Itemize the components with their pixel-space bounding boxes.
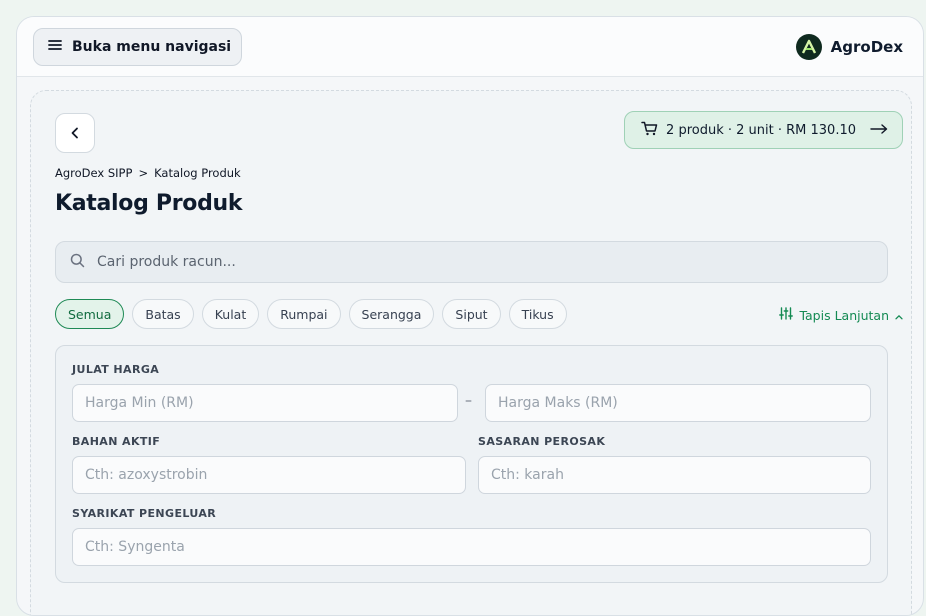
breadcrumb-separator: > <box>138 166 149 180</box>
advanced-filter-label: Tapis Lanjutan <box>799 307 889 323</box>
chip-rumpai[interactable]: Rumpai <box>267 299 341 329</box>
menu-icon <box>48 39 62 55</box>
chip-siput[interactable]: Siput <box>442 299 501 329</box>
brand-logo-icon <box>795 33 822 60</box>
open-navigation-label: Buka menu navigasi <box>72 38 232 55</box>
catalog-panel: 2 produk · 2 unit · RM 130.10 AgroDex SI… <box>30 90 912 615</box>
sliders-icon <box>779 307 794 323</box>
manufacturer-label: SYARIKAT PENGELUAR <box>72 507 217 520</box>
back-button[interactable] <box>55 113 95 153</box>
price-max-input[interactable] <box>485 384 871 422</box>
chip-serangga[interactable]: Serangga <box>348 299 435 329</box>
breadcrumb-item-current: Katalog Produk <box>154 166 241 180</box>
advanced-filter-panel: JULAT HARGA – BAHAN AKTIF SASARAN PEROSA… <box>55 345 888 583</box>
cart-summary-button[interactable]: 2 produk · 2 unit · RM 130.10 <box>624 111 903 149</box>
cart-summary-text: 2 produk · 2 unit · RM 130.10 <box>666 122 856 138</box>
target-pest-label: SASARAN PEROSAK <box>478 435 606 448</box>
brand-name: AgroDex <box>830 37 903 56</box>
breadcrumb-item-home[interactable]: AgroDex SIPP <box>55 166 132 180</box>
price-range-label: JULAT HARGA <box>72 363 160 376</box>
chip-semua[interactable]: Semua <box>55 299 125 329</box>
active-ingredient-input[interactable] <box>72 456 466 494</box>
price-range-separator: – <box>465 393 472 409</box>
price-min-input[interactable] <box>72 384 458 422</box>
chip-kulat[interactable]: Kulat <box>201 299 260 329</box>
category-filter-chips: Semua Batas Kulat Rumpai Serangga Siput … <box>55 299 567 329</box>
search-bar[interactable] <box>55 241 888 283</box>
search-input[interactable] <box>95 253 887 271</box>
manufacturer-input[interactable] <box>72 528 871 566</box>
open-navigation-button[interactable]: Buka menu navigasi <box>33 27 243 66</box>
target-pest-input[interactable] <box>478 456 871 494</box>
page-title: Katalog Produk <box>55 191 243 216</box>
arrow-right-icon <box>870 123 888 138</box>
app-frame: Buka menu navigasi AgroDex 2 produk · 2 … <box>16 16 924 616</box>
active-ingredient-label: BAHAN AKTIF <box>72 435 161 448</box>
advanced-filter-toggle[interactable]: Tapis Lanjutan <box>779 307 903 323</box>
chip-tikus[interactable]: Tikus <box>508 299 567 329</box>
chevron-up-icon <box>895 308 903 323</box>
chip-batas[interactable]: Batas <box>132 299 194 329</box>
cart-icon <box>641 121 658 140</box>
search-icon <box>70 253 85 272</box>
brand[interactable]: AgroDex <box>795 33 903 60</box>
chevron-left-icon <box>69 124 81 143</box>
breadcrumb: AgroDex SIPP > Katalog Produk <box>55 166 241 180</box>
top-bar: Buka menu navigasi AgroDex <box>17 17 923 77</box>
